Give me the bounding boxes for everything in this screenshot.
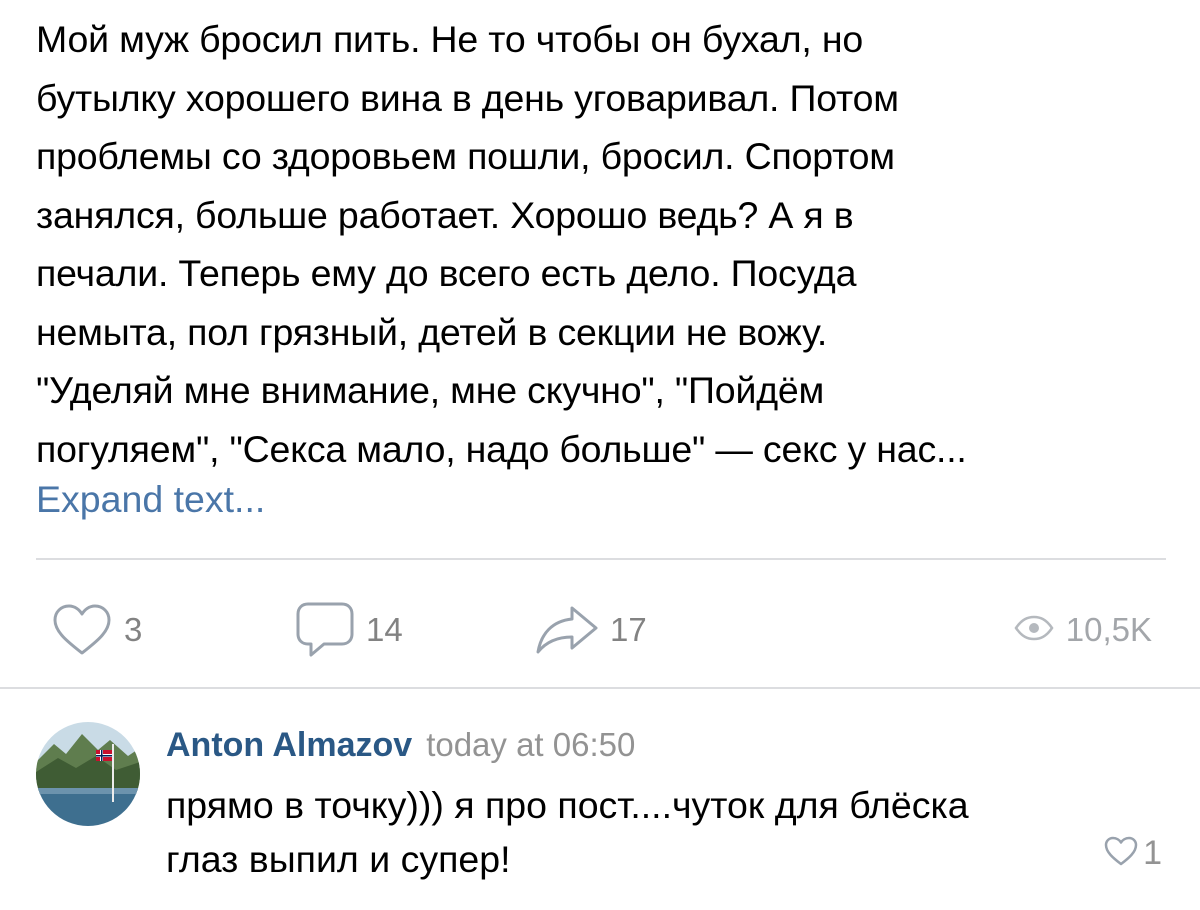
post-text-line: "Уделяй мне внимание, мне скучно", "Пойд…: [36, 369, 825, 411]
share-arrow-icon: [534, 604, 600, 656]
share-button[interactable]: 17: [534, 590, 647, 670]
comment-like-count: 1: [1143, 833, 1162, 872]
comment-item: Anton Almazov today at 06:50 прямо в точк…: [0, 700, 1200, 910]
post-text-line: Мой муж бросил пить. Не то чтобы он буха…: [36, 18, 863, 60]
share-count: 17: [610, 611, 647, 648]
comment-text-line: глаз выпил и супер!: [166, 838, 511, 880]
post-text-line: печали. Теперь ему до всего есть дело. П…: [36, 252, 857, 294]
comment-author[interactable]: Anton Almazov: [166, 726, 412, 764]
post-text-line: немыта, пол грязный, детей в секции не в…: [36, 310, 828, 353]
post-action-bar: 3 14 17 10,5K: [0, 590, 1200, 670]
expand-text-link[interactable]: Expand text...: [36, 470, 265, 528]
comment-button[interactable]: 14: [294, 590, 403, 670]
eye-icon: [1014, 615, 1054, 646]
like-button[interactable]: 3: [50, 590, 142, 670]
avatar[interactable]: [36, 722, 140, 826]
heart-outline-icon: [50, 602, 114, 658]
post-text-line: бутылку хорошего вина в день уговаривал.…: [36, 76, 899, 119]
comment-text: прямо в точку))) я про пост....чуток для…: [166, 778, 1106, 886]
comment-count: 14: [366, 611, 403, 648]
post-text: Мой муж бросил пить. Не то чтобы он буха…: [36, 10, 1166, 478]
post-divider: [36, 558, 1166, 560]
comment-header: Anton Almazov today at 06:50: [166, 726, 635, 765]
heart-outline-icon: [1103, 835, 1139, 872]
like-count: 3: [124, 611, 143, 648]
comment-text-line: прямо в точку))) я про пост....чуток для…: [166, 784, 969, 826]
post-text-line: проблемы со здоровьем пошли, бросил. Спо…: [36, 135, 895, 177]
comment-like-button[interactable]: 1: [1103, 830, 1162, 876]
comments-divider: [0, 687, 1200, 689]
post-text-line: занялся, больше работает. Хорошо ведь? А…: [36, 193, 854, 236]
views-counter: 10,5K: [1014, 590, 1152, 670]
speech-bubble-icon: [294, 600, 356, 660]
comment-timestamp: today at 06:50: [426, 726, 636, 763]
views-count: 10,5K: [1065, 611, 1152, 648]
